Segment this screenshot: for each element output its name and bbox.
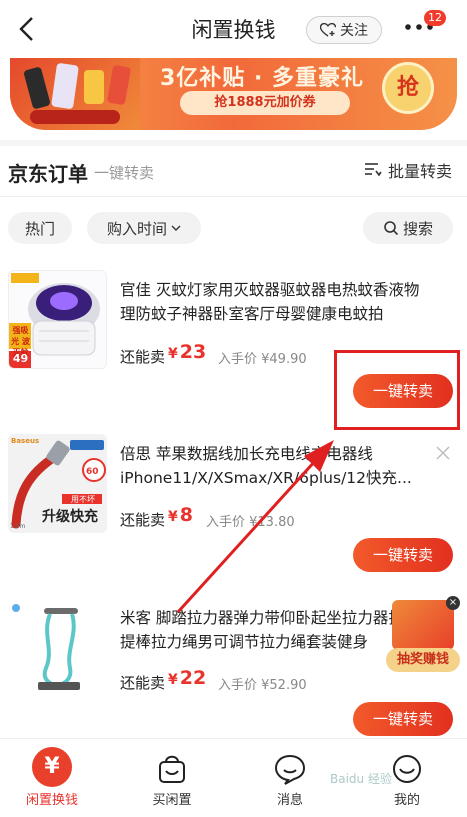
filter-purchase-time[interactable]: 购入时间: [87, 212, 201, 244]
search-icon: [384, 221, 399, 236]
page-title: 闲置换钱: [191, 18, 276, 42]
filter-hot[interactable]: 热门: [8, 212, 72, 244]
currency-symbol: ¥: [168, 509, 178, 525]
section-subtitle: 一键转卖: [94, 164, 155, 182]
purchase-price: 入手价 ¥13.80: [206, 515, 295, 530]
product-title[interactable]: 倍思 苹果数据线加长充电线充电器线iPhone11/X/XSmax/XR/6pl…: [120, 442, 430, 490]
section-gap: [0, 140, 467, 146]
price-value: 22: [179, 667, 207, 689]
notification-badge: 12: [424, 10, 446, 26]
shopping-bag-icon: [159, 755, 185, 783]
resell-button[interactable]: 一键转卖: [353, 538, 453, 572]
banner-coupon[interactable]: 抢1888元加价券: [180, 91, 350, 115]
resell-price: ¥8: [168, 504, 193, 526]
tab-label: 消息: [276, 793, 303, 808]
search-label: 搜索: [402, 219, 433, 238]
lottery-image: [392, 600, 454, 650]
list-sort-icon: [365, 163, 382, 177]
tab-messages[interactable]: 消息: [240, 739, 340, 817]
filter-purchase-time-label: 购入时间: [106, 219, 167, 238]
resell-price: ¥22: [168, 667, 206, 689]
highlight-annotation: [334, 350, 460, 430]
product-title[interactable]: 官佳 灭蚊灯家用灭蚊器驱蚊器电热蚊香液物理防蚊子神器卧室客厅母婴健康电蚊拍: [120, 278, 430, 326]
search-button[interactable]: 搜索: [363, 212, 453, 244]
profile-icon: [393, 755, 421, 783]
chevron-down-icon: [171, 225, 181, 231]
product-image[interactable]: [8, 598, 107, 697]
purchase-price: 入手价 ¥52.90: [218, 678, 307, 693]
section-title: 京东订单: [8, 162, 88, 186]
thumb-big-text: 升级快充: [42, 509, 98, 525]
heart-plus-icon: [320, 23, 336, 37]
follow-button[interactable]: 关注: [306, 16, 382, 44]
tab-active-glyph: ¥: [32, 747, 72, 787]
purchase-price: 入手价 ¥49.90: [218, 352, 307, 367]
tab-sell-idle[interactable]: ¥ 闲置换钱: [2, 739, 102, 817]
follow-label: 关注: [340, 23, 368, 39]
price-value: 8: [179, 504, 193, 526]
promo-banner[interactable]: 3亿补贴 · 多重豪礼 抢1888元加价券 抢: [10, 58, 457, 130]
bottom-tab-bar: ¥ 闲置换钱 买闲置 消息 我的: [0, 738, 467, 817]
pull-rope-image: [8, 598, 107, 697]
thumb-brand: Baseus: [11, 437, 40, 445]
can-sell-label: 还能卖: [120, 674, 166, 692]
svg-text:1.5m: 1.5m: [10, 523, 26, 530]
thumb-price-text: 49: [12, 352, 29, 365]
top-bar: 闲置换钱 关注 12: [0, 0, 467, 58]
price-value: 23: [179, 341, 207, 363]
banner-title: 3亿补贴 · 多重豪礼: [160, 66, 364, 91]
lottery-label: 抽奖赚钱: [386, 648, 460, 672]
can-sell-label: 还能卖: [120, 511, 166, 529]
currency-symbol: ¥: [168, 672, 178, 688]
lottery-float-widget[interactable]: 抽奖赚钱 ×: [386, 596, 460, 676]
currency-symbol: ¥: [168, 346, 178, 362]
batch-resell-label: 批量转卖: [388, 162, 453, 181]
thumb-tag: 用不坏: [71, 495, 95, 504]
resell-price: ¥23: [168, 341, 206, 363]
product-title[interactable]: 米客 脚踏拉力器弹力带仰卧起坐拉力器拉提棒拉力绳男可调节拉力绳套装健身: [120, 606, 410, 654]
tab-label: 闲置换钱: [25, 793, 78, 808]
filter-hot-label: 热门: [24, 219, 55, 238]
close-icon[interactable]: [436, 446, 450, 460]
tab-label: 我的: [393, 793, 420, 808]
watermark: Baidu 经验: [330, 772, 392, 786]
batch-resell-button[interactable]: 批量转卖: [364, 158, 452, 182]
grab-button[interactable]: 抢: [382, 62, 434, 114]
banner-product-image: [10, 58, 140, 130]
tab-label: 买闲置: [152, 793, 192, 808]
product-image[interactable]: 1.5m Baseus 60 用不坏 升级快充: [8, 434, 107, 533]
resell-button[interactable]: 一键转卖: [353, 702, 453, 736]
can-sell-label: 还能卖: [120, 348, 166, 366]
close-icon[interactable]: ×: [446, 596, 460, 610]
message-icon: [274, 754, 306, 785]
divider: [0, 196, 467, 197]
tab-buy-idle[interactable]: 买闲置: [122, 739, 222, 817]
product-image[interactable]: 强吸光 波灭蚊 49: [8, 270, 107, 369]
yen-icon: ¥: [32, 747, 72, 789]
thumb-badge-number: 60: [86, 467, 99, 477]
list-item: 1.5m Baseus 60 用不坏 升级快充 倍思 苹果数据线加长充电线充电器…: [0, 430, 467, 580]
